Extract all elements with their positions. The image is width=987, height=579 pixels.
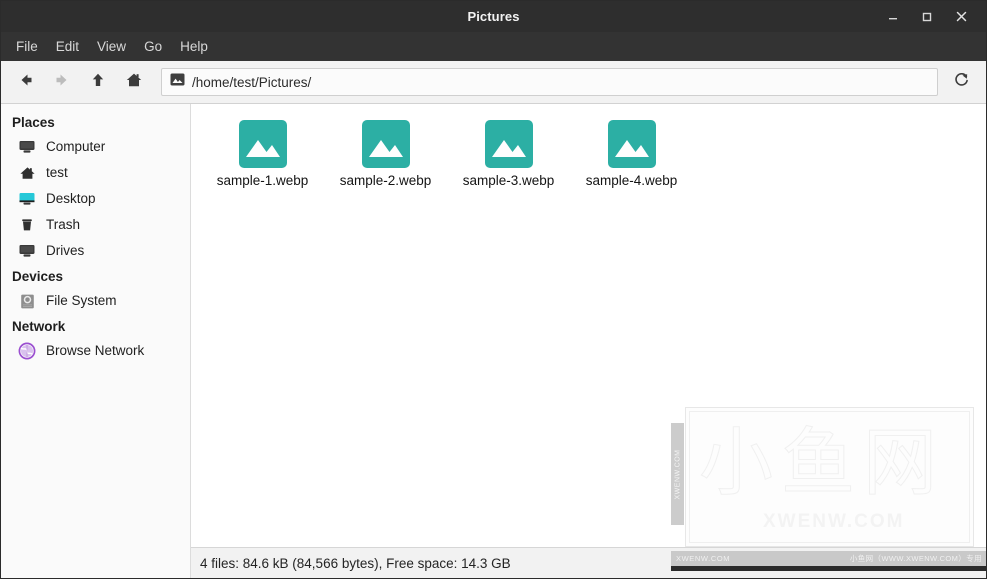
file-name: sample-3.webp: [462, 173, 555, 188]
back-arrow-icon: [16, 70, 36, 95]
image-file-icon: [484, 120, 533, 168]
drives-icon: [17, 242, 37, 260]
up-button[interactable]: [81, 67, 115, 97]
image-file-icon: [361, 120, 410, 168]
sidebar-item-label: Computer: [46, 139, 106, 155]
reload-icon: [952, 70, 971, 94]
sidebar-item-label: Browse Network: [46, 343, 145, 359]
sidebar-item-computer[interactable]: Computer: [1, 134, 190, 160]
desktop-icon: [17, 190, 37, 208]
navigation-toolbar: /home/test/Pictures/: [1, 61, 986, 104]
menu-help[interactable]: Help: [171, 37, 217, 57]
sidebar-item-drives[interactable]: Drives: [1, 238, 190, 264]
file-name: sample-4.webp: [585, 173, 678, 188]
sidebar-item-label: test: [46, 165, 68, 181]
window-title: Pictures: [467, 9, 520, 24]
file-name: sample-2.webp: [339, 173, 432, 188]
home-icon: [124, 70, 144, 95]
sidebar-item-desktop[interactable]: Desktop: [1, 186, 190, 212]
reload-button[interactable]: [944, 67, 978, 97]
menu-view[interactable]: View: [88, 37, 135, 57]
image-file-icon: [607, 120, 656, 168]
sidebar-group-devices: Devices: [12, 269, 64, 284]
image-file-icon: [238, 120, 287, 168]
network-globe-icon: [17, 342, 37, 360]
places-sidebar: Places Computer test Desktop Trash Drive…: [1, 104, 191, 578]
back-button[interactable]: [9, 67, 43, 97]
minimize-button[interactable]: [876, 2, 910, 32]
sidebar-group-network: Network: [12, 319, 66, 334]
menu-bar: File Edit View Go Help: [1, 32, 986, 61]
content-split: Places Computer test Desktop Trash Drive…: [1, 104, 986, 578]
close-button[interactable]: [944, 2, 978, 32]
status-text: 4 files: 84.6 kB (84,566 bytes), Free sp…: [200, 555, 511, 571]
sidebar-item-label: Trash: [46, 217, 81, 233]
menu-edit[interactable]: Edit: [47, 37, 88, 57]
window-controls: [876, 2, 986, 32]
sidebar-item-label: Desktop: [46, 191, 96, 207]
file-item[interactable]: sample-1.webp: [201, 118, 324, 195]
file-name: sample-1.webp: [216, 173, 309, 188]
menu-file[interactable]: File: [7, 37, 47, 57]
sidebar-group-places: Places: [12, 115, 55, 130]
sidebar-item-label: File System: [46, 293, 117, 309]
path-text: /home/test/Pictures/: [192, 74, 312, 90]
home-icon: [17, 164, 37, 182]
trash-icon: [17, 216, 37, 234]
home-button[interactable]: [117, 67, 151, 97]
title-bar: Pictures: [1, 1, 986, 32]
file-item[interactable]: sample-3.webp: [447, 118, 570, 195]
status-bar: 4 files: 84.6 kB (84,566 bytes), Free sp…: [191, 547, 986, 578]
path-entry[interactable]: /home/test/Pictures/: [161, 68, 938, 96]
file-manager-window: Pictures File Edit View Go Help /home/te…: [0, 0, 987, 579]
menu-go[interactable]: Go: [135, 37, 171, 57]
sidebar-item-browse-network[interactable]: Browse Network: [1, 338, 190, 364]
file-item[interactable]: sample-2.webp: [324, 118, 447, 195]
file-item[interactable]: sample-4.webp: [570, 118, 693, 195]
sidebar-item-label: Drives: [46, 243, 85, 259]
image-folder-icon: [170, 73, 185, 91]
forward-button[interactable]: [45, 67, 79, 97]
forward-arrow-icon: [52, 70, 72, 95]
computer-icon: [17, 138, 37, 156]
main-panel: sample-1.webp sample-2.webp sample-3.web…: [191, 104, 986, 578]
file-list-view[interactable]: sample-1.webp sample-2.webp sample-3.web…: [191, 104, 986, 547]
sidebar-item-trash[interactable]: Trash: [1, 212, 190, 238]
sidebar-item-test[interactable]: test: [1, 160, 190, 186]
maximize-button[interactable]: [910, 2, 944, 32]
harddisk-icon: [17, 292, 37, 310]
sidebar-item-file-system[interactable]: File System: [1, 288, 190, 314]
up-arrow-icon: [88, 70, 108, 95]
